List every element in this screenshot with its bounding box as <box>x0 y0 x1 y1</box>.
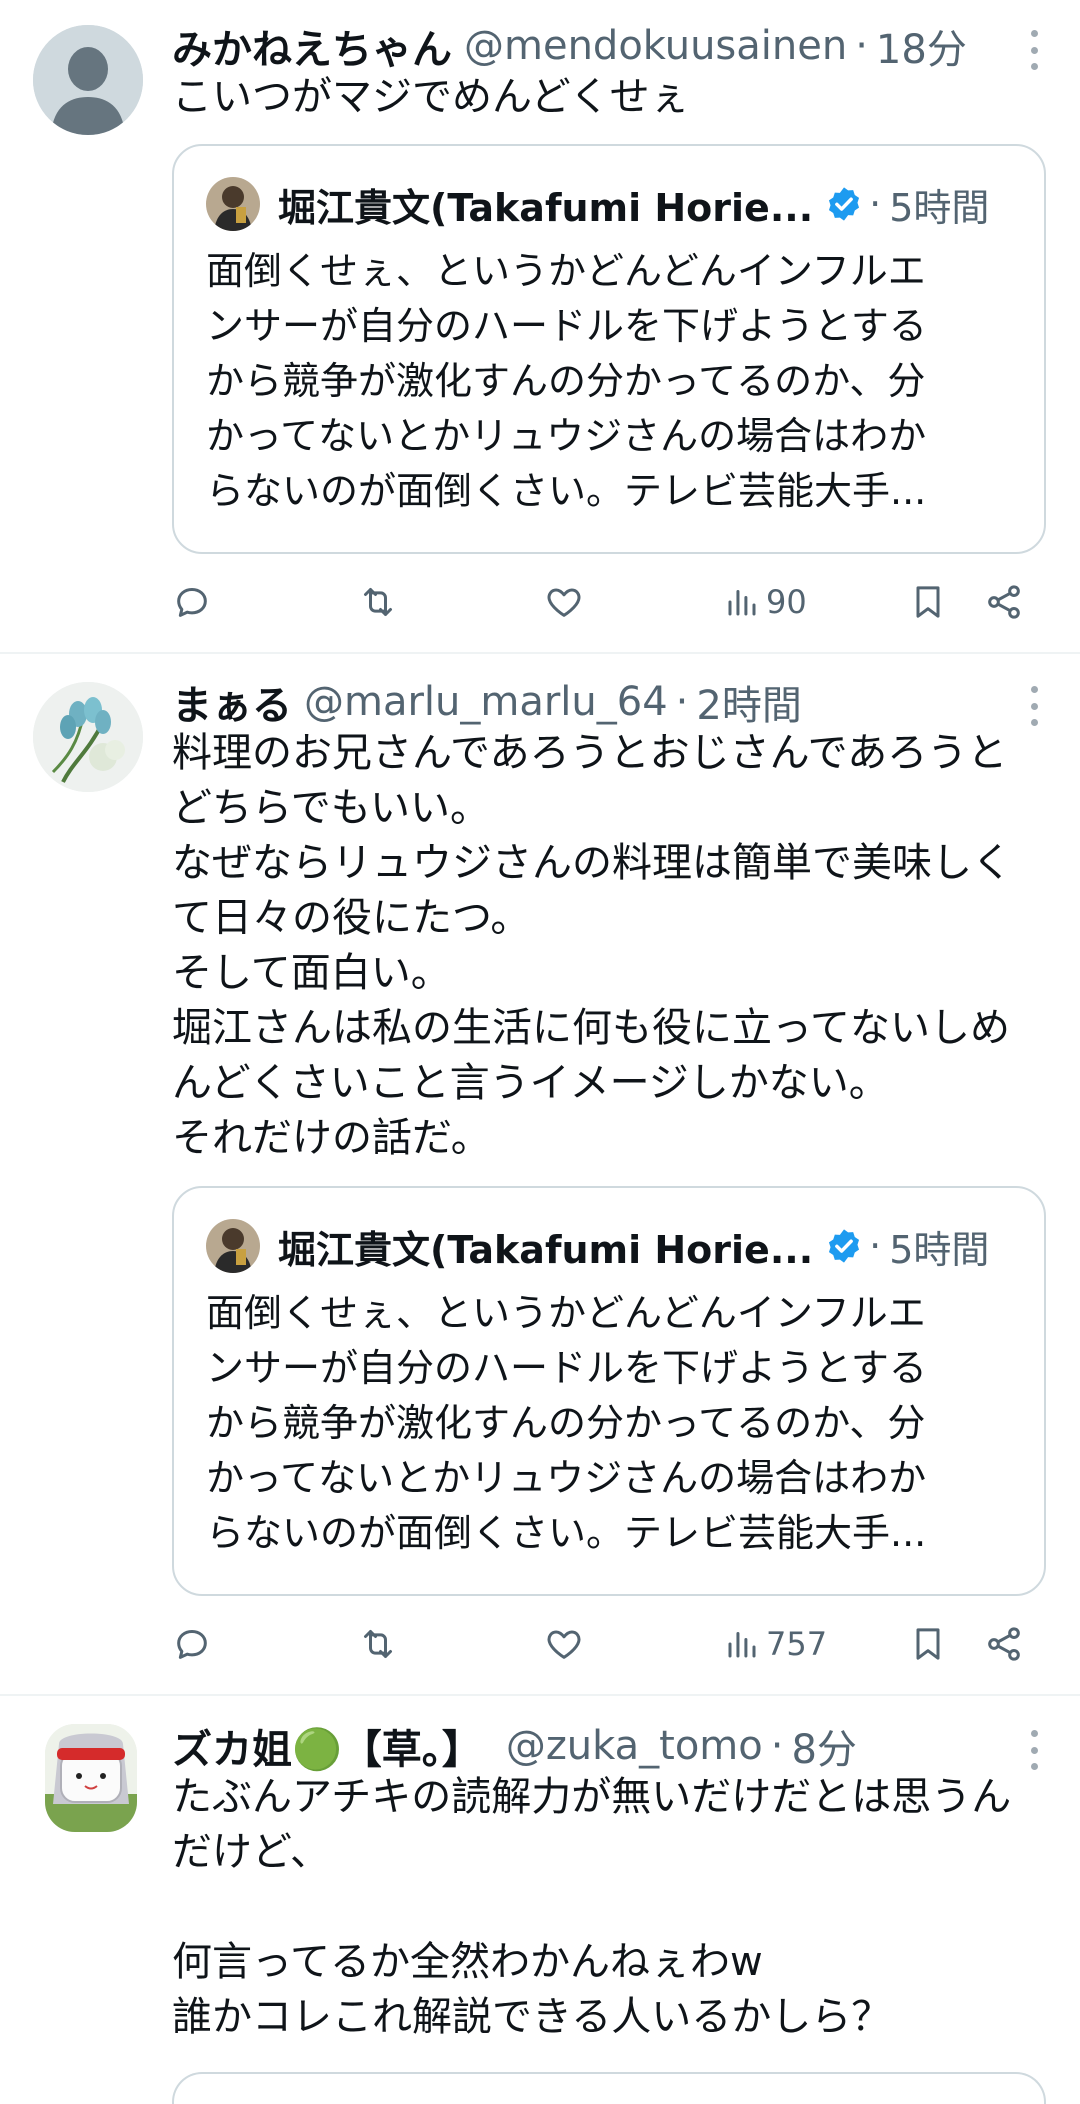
quoted-tweet[interactable]: 堀江貴文(Takafumi Horie... · 5時間 面倒くせぇ、というかど… <box>172 144 1046 554</box>
like-button[interactable] <box>544 1616 584 1672</box>
bookmark-button[interactable] <box>908 574 948 630</box>
bookmark-icon <box>916 586 940 618</box>
quoted-avatar <box>206 1219 260 1273</box>
tweet-header: まぁる @marlu_marlu_64 · 2時間 <box>172 674 1010 730</box>
retweet-icon <box>364 1630 392 1658</box>
separator-dot: · <box>869 182 882 226</box>
verified-badge-icon <box>825 185 863 223</box>
quoted-timestamp: 5時間 <box>889 1227 990 1272</box>
avatar[interactable] <box>33 682 143 792</box>
share-button[interactable] <box>984 574 1024 630</box>
tweet-header: みかねえちゃん @mendokuusainen · 18分 <box>172 18 1010 74</box>
retweet-icon <box>364 588 392 616</box>
verified-badge-icon <box>825 1227 863 1265</box>
heart-icon <box>547 1630 581 1659</box>
more-options-icon[interactable] <box>1030 30 1038 70</box>
timestamp[interactable]: 2時間 <box>696 674 801 730</box>
tweet-text: 料理のお兄さんであろうとおじさんであろうと どちらでもいい。 なぜならリュウジさ… <box>172 730 1012 1161</box>
share-icon <box>988 1627 1020 1661</box>
timestamp[interactable]: 8分 <box>791 1718 856 1774</box>
like-button[interactable] <box>544 574 584 630</box>
quoted-tweet-header: 堀江貴文(Takafumi Horie... · 5時間 <box>206 176 1014 232</box>
character-avatar-image <box>45 1724 137 1832</box>
analytics-icon <box>728 590 756 616</box>
quoted-tweet[interactable]: 堀江貴文(Takafumi Horie... · 5時間 面倒くせぇ、というかど… <box>172 1186 1046 1596</box>
separator-dot: · <box>675 679 689 725</box>
quoted-user-name: 堀江貴文(Takafumi Horie... <box>278 1227 814 1272</box>
more-options-icon[interactable] <box>1030 686 1038 726</box>
user-name[interactable]: みかねえちゃん <box>172 18 452 74</box>
tweet-text: たぶんアチキの読解力が無いだけだとは思うん だけど、 何言ってるか全然わかんねぇ… <box>172 1774 1012 2040</box>
quoted-user-name: 堀江貴文(Takafumi Horie... <box>278 185 814 230</box>
share-icon <box>988 585 1020 619</box>
user-handle[interactable]: @marlu_marlu_64 <box>304 679 668 725</box>
views-count: 757 <box>766 1625 828 1663</box>
user-name[interactable]: ズカ姐🟢【草。】 <box>172 1718 482 1774</box>
flower-avatar-image <box>33 682 143 792</box>
share-button[interactable] <box>984 1616 1024 1672</box>
quoted-tweet-text: 面倒くせぇ、というかどんどんインフルエ ンサーが自分のハードルを下げようとする … <box>206 1291 927 1555</box>
heart-icon <box>547 588 581 617</box>
user-name[interactable]: まぁる <box>172 674 292 730</box>
views-button[interactable]: 90 <box>724 574 807 630</box>
bookmark-icon <box>916 1628 940 1660</box>
reply-button[interactable] <box>172 574 212 630</box>
separator-dot: · <box>770 1723 784 1769</box>
quoted-tweet-text: 面倒くせぇ、というかどんどんインフルエ ンサーが自分のハードルを下げようとする … <box>206 249 927 513</box>
tweet-header: ズカ姐🟢【草。】 @zuka_tomo · 8分 <box>172 1718 1010 1774</box>
tweet[interactable]: ズカ姐🟢【草。】 @zuka_tomo · 8分 たぶんアチキの読解力が無いだけ… <box>0 1696 1080 2104</box>
quoted-tweet-header: 堀江貴文(Takafumi Horie... · 5時間 <box>206 1218 1014 1274</box>
user-handle[interactable]: @mendokuusainen <box>464 23 847 69</box>
reply-icon <box>177 588 207 617</box>
retweet-button[interactable] <box>356 574 400 630</box>
retweet-button[interactable] <box>356 1616 400 1672</box>
quoted-avatar <box>206 177 260 231</box>
avatar[interactable] <box>45 1724 137 1832</box>
views-button[interactable]: 757 <box>724 1616 827 1672</box>
bookmark-button[interactable] <box>908 1616 948 1672</box>
quoted-tweet-preview[interactable] <box>172 2072 1046 2104</box>
reply-button[interactable] <box>172 1616 212 1672</box>
tweet-actions: 90 <box>172 574 1080 630</box>
views-count: 90 <box>766 583 807 621</box>
tweet-actions: 757 <box>172 1616 1080 1672</box>
separator-dot: · <box>869 1224 882 1268</box>
quoted-timestamp: 5時間 <box>889 185 990 230</box>
reply-icon <box>177 1630 207 1659</box>
analytics-icon <box>728 1632 756 1658</box>
tweet[interactable]: まぁる @marlu_marlu_64 · 2時間 料理のお兄さんであろうとおじ… <box>0 654 1080 1696</box>
timestamp[interactable]: 18分 <box>876 18 967 74</box>
tweet[interactable]: みかねえちゃん @mendokuusainen · 18分 こいつがマジでめんど… <box>0 0 1080 654</box>
avatar-default[interactable] <box>33 25 143 135</box>
tweet-text: こいつがマジでめんどくせぇ <box>172 74 690 120</box>
more-options-icon[interactable] <box>1030 1730 1038 1770</box>
default-avatar-icon <box>33 25 143 135</box>
user-handle[interactable]: @zuka_tomo <box>506 1723 763 1769</box>
separator-dot: · <box>855 23 868 69</box>
